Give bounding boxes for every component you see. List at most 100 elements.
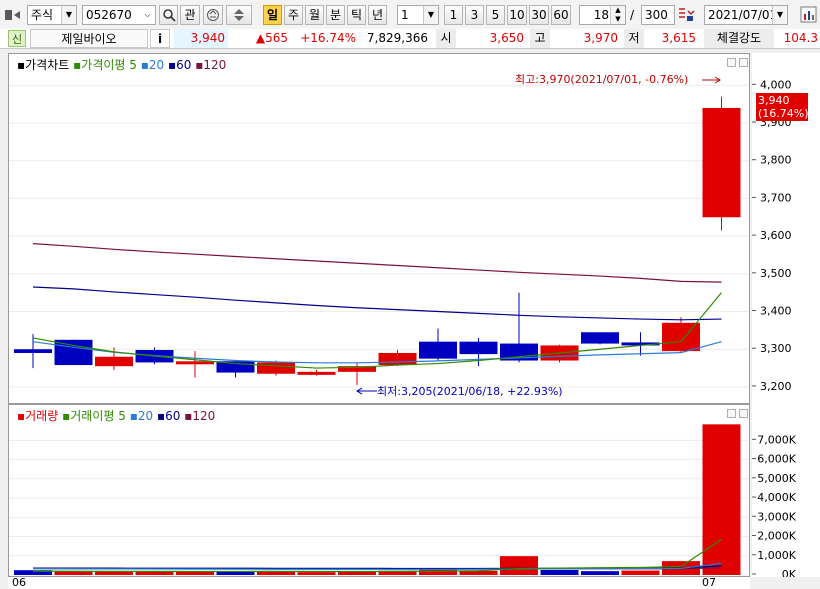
- low-annotation: 최저:3,205(2021/06/18, +22.93%): [377, 385, 563, 398]
- candle-body: [297, 371, 336, 375]
- price-tick-label: 3,700: [760, 191, 792, 204]
- volume-tick-label: 4,000K: [757, 491, 796, 504]
- trade-volume: 7,829,366: [366, 31, 428, 45]
- volume-chart-panel: ▪거래량 ▪거래이평 5 ▪20 ▪60 ▪120: [8, 404, 750, 577]
- search-icon: [162, 9, 176, 22]
- volume-axis: 7,000K 6,000K 5,000K 4,000K 3,000K 2,000K 1,00…: [752, 404, 820, 577]
- open-label: 시: [436, 29, 456, 48]
- total-count-value: 300: [645, 8, 668, 22]
- market-select-value: 주식: [31, 8, 54, 22]
- price-tick-label: 3,300: [760, 342, 792, 355]
- volume-bar: [540, 569, 579, 575]
- volume-tick-label: 1,000K: [757, 549, 796, 562]
- stock-code-input[interactable]: 052670 ⌵: [82, 5, 156, 25]
- date-select[interactable]: 2021/07/01 ▼: [704, 5, 788, 25]
- volume-bar: [500, 556, 538, 575]
- chevron-down-icon: ⌵: [140, 6, 155, 24]
- chart-window-icon[interactable]: [800, 6, 818, 24]
- volume-tick-label: 2,000K: [757, 530, 796, 543]
- zoom-input[interactable]: 18 ▲ ▼: [579, 5, 626, 25]
- x-label-july: 07: [702, 576, 716, 589]
- period-year-button[interactable]: 년: [368, 5, 387, 25]
- candle-body: [176, 361, 214, 365]
- volume-tick-label: 7,000K: [757, 433, 796, 446]
- quote-bar: 신 제일바이오 i 3,940 ▲565 +16.74% 7,829,366 시…: [0, 29, 820, 49]
- price-axis: 4,000 3,900 3,800 3,700 3,600 3,500 3,400 3,300…: [752, 53, 820, 404]
- price-tag: 3,940 (16.74%): [756, 93, 809, 121]
- low-price: 3,615: [661, 31, 696, 45]
- toolbar: 주식 ▼ 052670 ⌵ 관 일 주 월 분 틱 년 1 ▼ 1 3 5 10…: [0, 0, 820, 30]
- open-price: 3,650: [489, 31, 524, 45]
- strength-value: 104.3: [783, 31, 818, 45]
- price-change: ▲565: [255, 31, 288, 45]
- candle-body: [702, 107, 741, 218]
- period-day-button[interactable]: 일: [263, 5, 282, 25]
- price-tick-label: 3,600: [760, 229, 792, 242]
- count-60-button[interactable]: 60: [551, 5, 571, 25]
- current-price: 3,940: [174, 29, 228, 48]
- link-button[interactable]: [203, 5, 223, 25]
- change-percent: +16.74%: [300, 31, 356, 45]
- price-tick-label: 3,200: [760, 380, 792, 393]
- price-tick-label: 3,500: [760, 267, 792, 280]
- price-tag-percent: (16.74%): [758, 107, 809, 120]
- info-button[interactable]: i: [150, 29, 170, 48]
- volume-bar: [702, 424, 741, 575]
- stock-name: 제일바이오: [30, 29, 148, 48]
- up-down-icon: [234, 9, 244, 21]
- price-tick-label: 4,000: [760, 78, 792, 91]
- candle-body: [459, 341, 498, 355]
- count-30-button[interactable]: 30: [529, 5, 549, 25]
- interest-button[interactable]: 관: [180, 5, 200, 25]
- volume-tick-label: 3,000K: [757, 510, 796, 523]
- volume-bar: [176, 571, 214, 575]
- spin-button[interactable]: [226, 5, 252, 25]
- volume-tick-label: 0K: [782, 568, 797, 577]
- count-3-button[interactable]: 3: [465, 5, 484, 25]
- low-label: 저: [624, 29, 644, 48]
- volume-bar: [135, 571, 174, 575]
- high-price: 3,970: [583, 31, 618, 45]
- volume-chart: [9, 424, 749, 576]
- volume-bar: [621, 570, 660, 575]
- chevron-down-icon: ▼: [772, 6, 787, 24]
- dock-icon[interactable]: [5, 8, 23, 22]
- volume-tick-label: 5,000K: [757, 472, 796, 485]
- count-1-button[interactable]: 1: [444, 5, 463, 25]
- price-tag-value: 3,940: [758, 94, 790, 107]
- strength-label: 체결강도: [704, 29, 774, 48]
- count-5-button[interactable]: 5: [486, 5, 505, 25]
- price-ma120-line: [32, 243, 722, 283]
- x-label-june: 06: [12, 576, 26, 589]
- high-annotation: 최고:3,970(2021/07/01, -0.76%): [515, 73, 688, 86]
- volume-bar: [459, 570, 498, 575]
- settings-icon[interactable]: [677, 7, 695, 23]
- stock-code-value: 052670: [86, 8, 132, 22]
- volume-tick-label: 6,000K: [757, 453, 796, 466]
- chevron-down-icon: ▼: [61, 6, 76, 24]
- candle-body: [378, 352, 417, 366]
- candle-body: [581, 332, 619, 344]
- period-week-button[interactable]: 주: [284, 5, 303, 25]
- spin-icon[interactable]: ▲ ▼: [610, 6, 625, 24]
- count-10-button[interactable]: 10: [507, 5, 527, 25]
- candle-body: [662, 322, 700, 352]
- volume-axis-ticks: 7,000K 6,000K 5,000K 4,000K 3,000K 2,000K 1,00…: [752, 433, 797, 577]
- volume-bar: [419, 569, 457, 575]
- period-count-select[interactable]: 1 ▼: [397, 5, 439, 25]
- period-minute-button[interactable]: 분: [326, 5, 345, 25]
- price-ma60-line: [32, 286, 722, 321]
- period-month-button[interactable]: 월: [305, 5, 324, 25]
- price-chart-panel: ▪가격차트 ▪가격이평 5 ▪20 ▪60 ▪120 최고:3,970(2021…: [8, 53, 750, 404]
- zoom-separator: /: [630, 8, 635, 22]
- date-value: 2021/07/01: [708, 8, 778, 22]
- x-axis: 06 07: [8, 577, 750, 589]
- chevron-down-icon: ▼: [423, 6, 438, 24]
- period-tick-button[interactable]: 틱: [347, 5, 366, 25]
- candle-body: [257, 362, 295, 374]
- total-count-input[interactable]: 300: [641, 5, 675, 25]
- zoom-value: 18: [593, 8, 609, 22]
- candle-body: [419, 341, 457, 359]
- market-select[interactable]: 주식 ▼: [27, 5, 77, 25]
- search-button[interactable]: [159, 5, 178, 25]
